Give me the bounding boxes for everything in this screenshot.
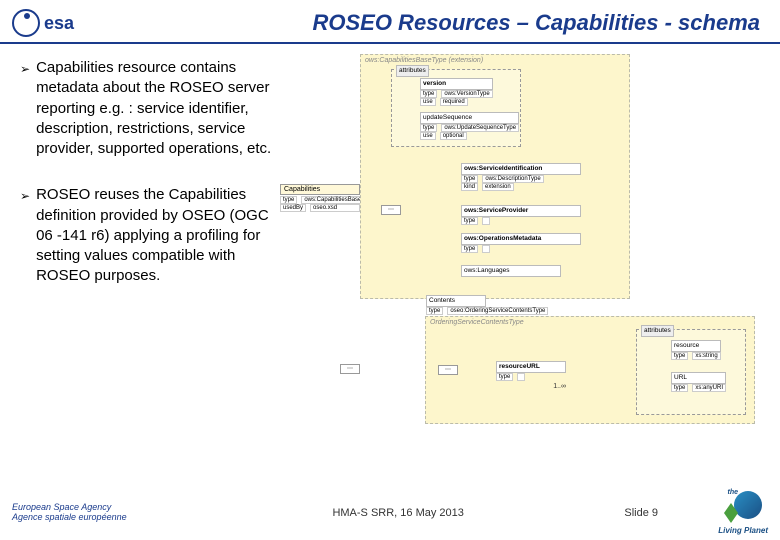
resource-label: resource	[671, 340, 721, 352]
attributes-label2: attributes	[641, 325, 674, 337]
update-label: updateSequence	[420, 112, 519, 124]
attributes-label: attributes	[396, 65, 429, 77]
type-key: type	[420, 90, 437, 98]
xs-anyuri: xs:anyURI	[692, 384, 726, 392]
cap-used-key: usedBy	[280, 204, 306, 212]
ext-key: kind	[461, 183, 478, 191]
footer-center: HMA-S SRR, 16 May 2013	[172, 507, 624, 519]
type-key: type	[461, 175, 478, 183]
contents-type: oseo:OrderingServiceContentsType	[447, 307, 548, 315]
type-key: type	[671, 352, 688, 360]
capabilities-node: Capabilities type ows:CapabilitiesBaseTy…	[280, 184, 360, 224]
esa-logo-text: esa	[44, 13, 74, 34]
update-use: optional	[440, 132, 467, 140]
bullet-column: ➢ Capabilities resource contains metadat…	[0, 54, 280, 474]
type-key: type	[671, 384, 688, 392]
page-title: ROSEO Resources – Capabilities - schema	[122, 10, 768, 36]
use-key: use	[420, 132, 436, 140]
slide-number: Slide 9	[624, 507, 658, 519]
version-label: version	[420, 78, 493, 90]
contents-label: Contents	[426, 295, 486, 307]
base-type-box: ows:CapabilitiesBaseType (extension) att…	[360, 54, 630, 299]
sequence-connector-icon: ⋯	[340, 364, 360, 374]
bullet-arrow-icon: ➢	[20, 61, 30, 159]
cardinality: 1..∞	[496, 383, 566, 390]
bullet-item: ➢ ROSEO reuses the Capabilities definiti…	[20, 185, 272, 286]
bullet-text: Capabilities resource contains metadata …	[36, 58, 272, 159]
sequence-connector-icon: ⋯	[438, 365, 458, 375]
languages-box: ows:Languages	[461, 265, 561, 277]
type-key: type	[461, 245, 478, 253]
attributes-group2: attributes resource typexs:string URL ty…	[636, 329, 746, 415]
svc-id-type: ows:DescriptionType	[482, 175, 543, 183]
type-key: type	[420, 124, 437, 132]
content-area: ➢ Capabilities resource contains metadat…	[0, 44, 780, 474]
resource-url-box: resourceURL	[496, 361, 566, 373]
update-type: ows:UpdateSequenceType	[441, 124, 519, 132]
xs-string: xs:string	[692, 352, 720, 360]
version-type: ows:VersionType	[441, 90, 492, 98]
contents-type-label: OrderingServiceContentsType	[426, 317, 754, 328]
sequence-connector-icon: ⋯	[381, 205, 401, 215]
agency-fr: Agence spatiale européenne	[12, 513, 172, 523]
use-key: use	[420, 98, 436, 106]
version-use: required	[440, 98, 468, 106]
bullet-item: ➢ Capabilities resource contains metadat…	[20, 58, 272, 159]
planet-text: Living Planet	[718, 526, 768, 535]
cap-type-key: type	[280, 196, 297, 204]
contents-type-box: OrderingServiceContentsType ⋯ Contents t…	[425, 316, 755, 424]
esa-logo: esa	[12, 8, 122, 38]
footer: European Space Agency Agence spatiale eu…	[0, 486, 780, 540]
type-key: type	[461, 217, 478, 225]
esa-ring-icon	[12, 9, 40, 37]
agency-name: European Space Agency Agence spatiale eu…	[12, 503, 172, 523]
service-provider-box: ows:ServiceProvider	[461, 205, 581, 217]
ops-metadata-box: ows:OperationsMetadata	[461, 233, 581, 245]
service-id-box: ows:ServiceIdentification	[461, 163, 581, 175]
schema-diagram: Capabilities type ows:CapabilitiesBaseTy…	[280, 54, 772, 474]
attributes-group: attributes version typeows:VersionType u…	[391, 69, 521, 147]
capabilities-label: Capabilities	[280, 184, 360, 195]
header: esa ROSEO Resources – Capabilities - sch…	[0, 0, 780, 44]
bullet-arrow-icon: ➢	[20, 188, 30, 286]
svc-id-ext: extension	[482, 183, 514, 191]
type-key: type	[426, 307, 443, 315]
url-label: URL	[671, 372, 726, 384]
type-key: type	[496, 373, 513, 381]
bullet-text: ROSEO reuses the Capabilities definition…	[36, 185, 272, 286]
cap-used-val: oseo.xsd	[310, 204, 360, 212]
globe-icon	[734, 491, 762, 519]
living-planet-logo: the Living Planet	[718, 491, 768, 535]
